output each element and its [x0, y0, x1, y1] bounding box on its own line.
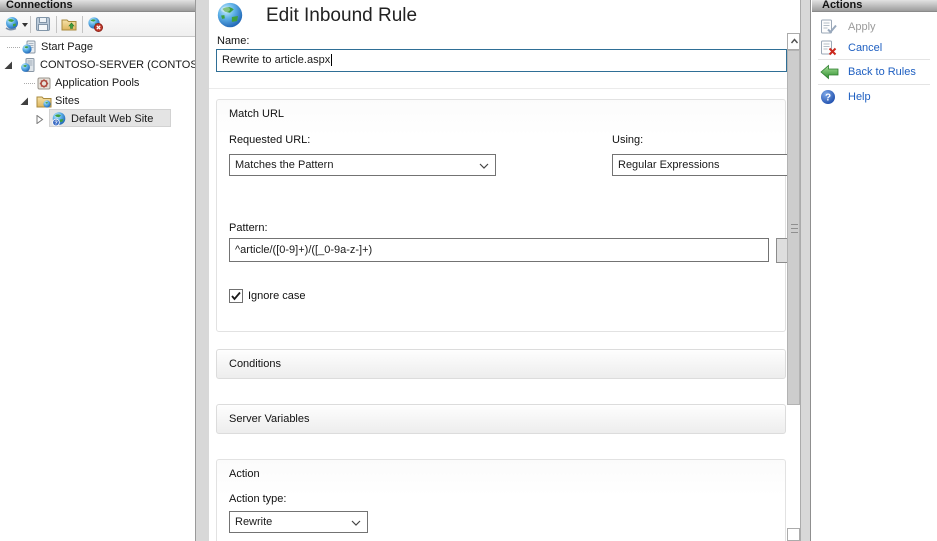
- conditions-section-title: Conditions: [229, 358, 281, 370]
- actions-separator: [818, 59, 930, 60]
- action-type-combo[interactable]: Rewrite: [229, 511, 368, 533]
- collapsed-triangle-icon[interactable]: [36, 115, 45, 124]
- cancel-label: Cancel: [848, 40, 882, 56]
- scrollbar-grip: [791, 228, 798, 229]
- cancel-document-icon: [820, 40, 838, 56]
- connections-panel: Connections: [0, 0, 196, 541]
- pattern-input[interactable]: ^article/([0-9]+)/([_0-9a-z-]+): [229, 238, 769, 262]
- using-label: Using:: [612, 134, 643, 146]
- connect-dropdown-caret[interactable]: [22, 23, 28, 27]
- ignore-case-checkbox[interactable]: [229, 289, 243, 303]
- cancel-action[interactable]: Cancel: [820, 40, 930, 56]
- action-section: Action Action type: Rewrite: [216, 459, 786, 541]
- back-arrow-icon: [820, 64, 839, 80]
- application-pools-icon: [36, 75, 52, 91]
- back-to-rules-label: Back to Rules: [848, 64, 916, 80]
- help-action[interactable]: ? Help: [820, 89, 930, 105]
- scrollbar-grip: [791, 232, 798, 233]
- panel-divider: [810, 0, 811, 541]
- sites-folder-icon: [36, 93, 52, 109]
- scrollbar-up-button[interactable]: [787, 33, 800, 50]
- tree-item-label: Start Page: [41, 38, 93, 56]
- svg-text:?: ?: [825, 93, 831, 104]
- tree-item-server[interactable]: CONTOSO-SERVER (CONTOS: [0, 56, 195, 74]
- toolbar-separator: [30, 16, 31, 33]
- chevron-down-icon: [351, 520, 361, 526]
- requested-url-value: Matches the Pattern: [235, 159, 333, 171]
- actions-separator: [818, 84, 930, 85]
- requested-url-combo[interactable]: Matches the Pattern: [229, 154, 496, 176]
- iis-manager-window: Connections: [0, 0, 937, 541]
- tree-item-default-web-site[interactable]: ? Default Web Site: [0, 110, 195, 128]
- match-url-section-title[interactable]: Match URL: [229, 108, 284, 120]
- scrollbar-grip: [791, 224, 798, 225]
- conditions-section[interactable]: Conditions: [216, 349, 786, 379]
- requested-url-label: Requested URL:: [229, 134, 310, 146]
- expanded-triangle-icon[interactable]: [20, 97, 29, 106]
- browse-folder-up-icon[interactable]: [61, 16, 77, 32]
- back-to-rules-action[interactable]: Back to Rules: [820, 64, 930, 80]
- pattern-label: Pattern:: [229, 222, 268, 234]
- tree-item-sites[interactable]: Sites: [0, 92, 195, 110]
- tree-item-application-pools[interactable]: Application Pools: [0, 74, 195, 92]
- connect-globe-icon[interactable]: [4, 16, 20, 32]
- expanded-triangle-icon[interactable]: [4, 61, 13, 70]
- connections-panel-title: Connections: [0, 0, 196, 12]
- scrollbar-thumb[interactable]: [787, 50, 800, 405]
- tree-item-label: Default Web Site: [71, 110, 153, 128]
- toolbar-separator: [82, 16, 83, 33]
- scrollbar-down-button[interactable]: [787, 528, 800, 541]
- pattern-value: ^article/([0-9]+)/([_0-9a-z-]+): [235, 244, 372, 256]
- chevron-up-icon: [788, 34, 801, 49]
- left-splitter[interactable]: [196, 0, 209, 541]
- right-splitter[interactable]: [801, 0, 810, 541]
- actions-panel: Actions Apply Cancel Back to Rules: [812, 0, 937, 541]
- page-title: Edit Inbound Rule: [266, 5, 417, 27]
- rule-name-input[interactable]: Rewrite to article.aspx: [216, 49, 787, 72]
- tree-item-label: Sites: [55, 92, 79, 110]
- toolbar-separator: [56, 16, 57, 33]
- match-url-section: Match URL Requested URL: Matches the Pat…: [216, 99, 786, 332]
- server-icon: [20, 57, 36, 73]
- disconnect-globe-x-icon[interactable]: [87, 16, 103, 32]
- vertical-scrollbar[interactable]: [787, 0, 801, 541]
- rule-globe-icon: [215, 1, 245, 31]
- apply-label: Apply: [848, 19, 876, 35]
- apply-document-icon: [820, 19, 838, 35]
- action-section-title[interactable]: Action: [229, 468, 260, 480]
- help-label: Help: [848, 89, 871, 105]
- help-circle-icon: ?: [820, 89, 838, 105]
- tree-item-start-page[interactable]: Start Page: [0, 38, 195, 56]
- server-variables-section-title: Server Variables: [229, 413, 310, 425]
- tree-item-label: Application Pools: [55, 74, 139, 92]
- section-divider: [209, 88, 787, 89]
- using-value: Regular Expressions: [618, 159, 720, 171]
- apply-action: Apply: [820, 19, 930, 35]
- action-type-value: Rewrite: [235, 516, 272, 528]
- ignore-case-label: Ignore case: [248, 290, 305, 302]
- rule-name-value: Rewrite to article.aspx: [222, 54, 330, 66]
- chevron-down-icon: [479, 163, 489, 169]
- website-globe-icon: ?: [51, 111, 67, 127]
- text-caret: [331, 54, 332, 66]
- server-variables-section[interactable]: Server Variables: [216, 404, 786, 434]
- using-combo[interactable]: Regular Expressions: [612, 154, 787, 176]
- test-pattern-button-partial[interactable]: [776, 238, 787, 263]
- checkmark-icon: [230, 290, 242, 302]
- edit-inbound-rule-pane: Edit Inbound Rule Name: Rewrite to artic…: [209, 0, 787, 541]
- start-page-icon: [21, 39, 37, 55]
- save-icon[interactable]: [35, 16, 51, 32]
- name-label: Name:: [217, 35, 249, 47]
- tree-item-label: CONTOSO-SERVER (CONTOS: [40, 56, 198, 74]
- connections-toolbar: [0, 12, 195, 37]
- action-type-label: Action type:: [229, 493, 286, 505]
- actions-panel-title: Actions: [812, 0, 937, 12]
